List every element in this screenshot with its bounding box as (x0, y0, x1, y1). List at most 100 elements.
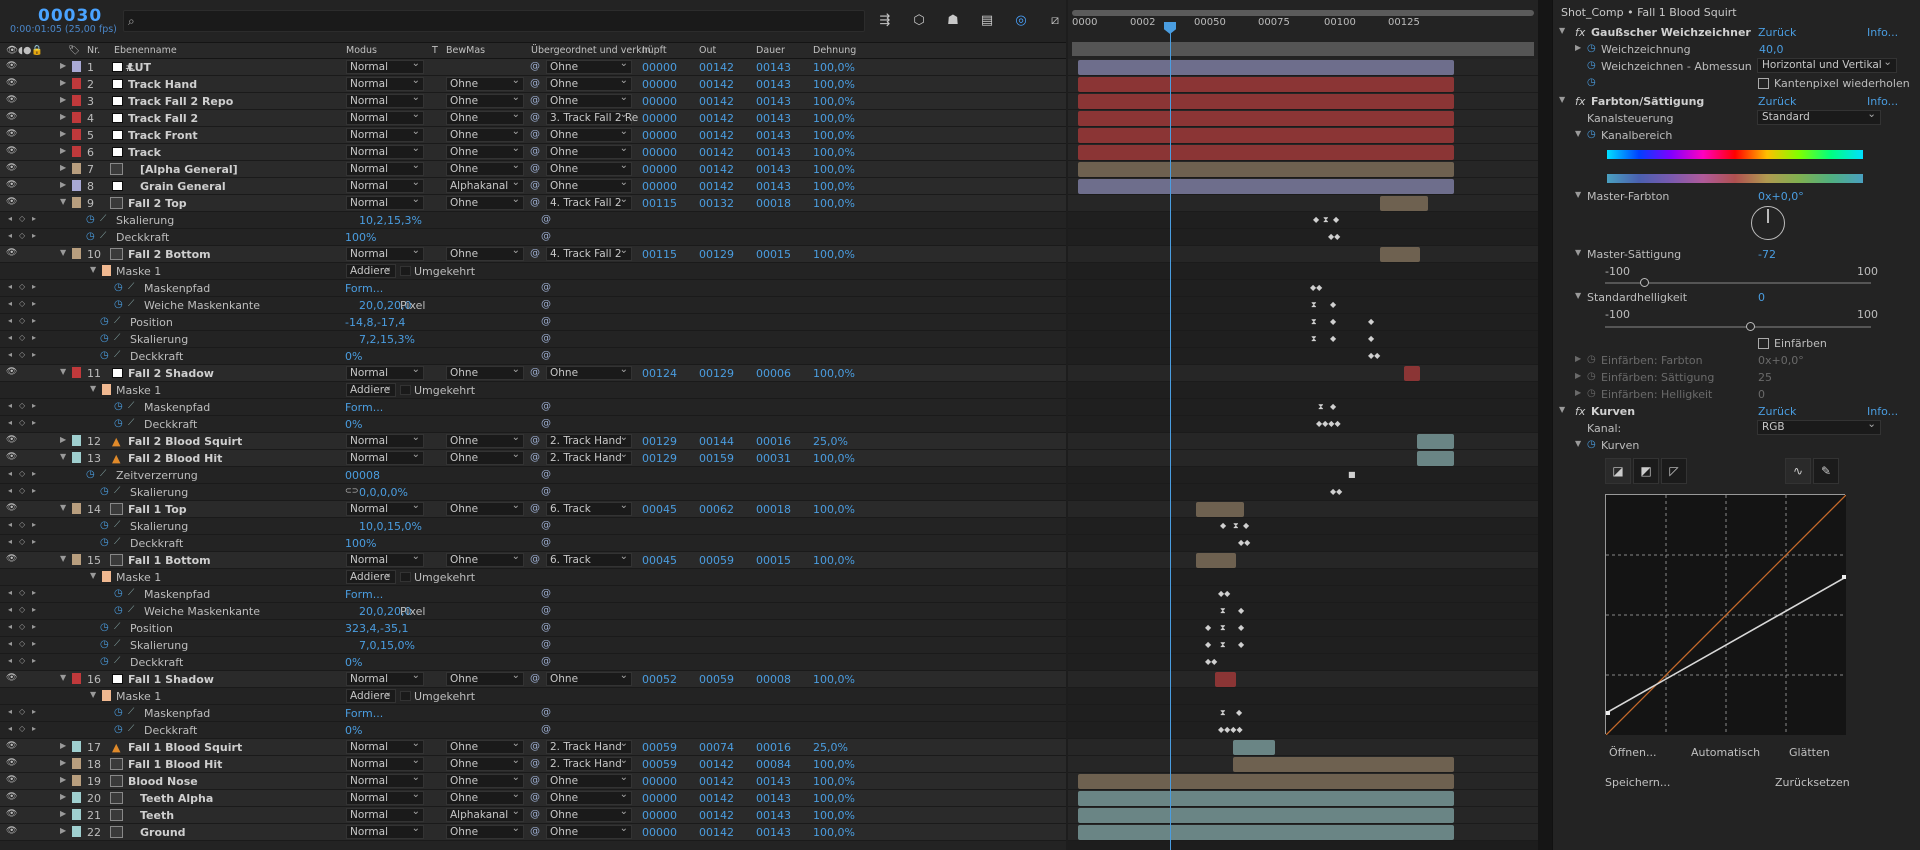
keyframe-icon[interactable]: ■ (1348, 470, 1356, 479)
keyframe-icon[interactable]: ◆ (1313, 215, 1319, 224)
layer-duration-bar[interactable] (1078, 791, 1455, 806)
stretch[interactable]: 100,0% (813, 129, 855, 142)
reset-link[interactable]: Zurück (1758, 405, 1796, 418)
keyframe-icon[interactable]: ◆◆ (1368, 351, 1380, 360)
keyframe-prev-icon[interactable]: ◂ (8, 622, 12, 631)
effect-kurven[interactable]: ▼ fx Kurven Zurück Info... (1553, 403, 1920, 420)
property-value[interactable]: Form... (345, 282, 383, 295)
label-color-swatch[interactable] (72, 95, 81, 106)
keyframe-next-icon[interactable]: ▸ (32, 520, 36, 529)
out-point[interactable]: 00159 (699, 452, 734, 465)
property-value[interactable]: 100% (345, 537, 376, 550)
pickwhip-icon[interactable]: @ (530, 435, 540, 446)
track-matte-dropdown[interactable]: Ohne (446, 245, 524, 261)
keyframe-next-icon[interactable]: ▸ (32, 537, 36, 546)
keyframe-icon[interactable]: ◆◆◆◆ (1316, 419, 1341, 428)
keyframe-prev-icon[interactable]: ◂ (8, 707, 12, 716)
in-point[interactable]: 00000 (642, 775, 677, 788)
collapse-icon[interactable]: ▼ (1559, 26, 1565, 35)
layer-duration-bar[interactable] (1078, 808, 1455, 823)
duration[interactable]: 00143 (756, 146, 791, 159)
keyframe-icon[interactable]: ◆ (1330, 402, 1336, 411)
keyframe-icon[interactable]: ◆ (1220, 521, 1226, 530)
pickwhip-icon[interactable]: @ (530, 367, 540, 378)
keyframe-prev-icon[interactable]: ◂ (8, 401, 12, 410)
keyframe-icon[interactable]: ⧗ (1311, 334, 1317, 344)
layer-duration-bar[interactable] (1233, 757, 1455, 772)
out-point[interactable]: 00142 (699, 792, 734, 805)
layer-duration-bar[interactable] (1214, 672, 1236, 687)
keyframe-icon[interactable]: ◆ (1368, 334, 1374, 343)
slider-knob[interactable] (1746, 322, 1755, 331)
graph-icon[interactable]: ⟋ (128, 588, 134, 598)
parent-dropdown[interactable]: Ohne (546, 75, 632, 91)
expression-pickwhip-icon[interactable]: @ (541, 588, 551, 599)
collapse-icon[interactable]: ▼ (1575, 439, 1581, 448)
blend-mode-dropdown[interactable]: Normal (346, 194, 424, 210)
out-point[interactable]: 00142 (699, 163, 734, 176)
expand-icon[interactable]: ▶ (1575, 388, 1581, 397)
track-matte-dropdown[interactable]: Ohne (446, 92, 524, 108)
property-value[interactable]: 100% (345, 231, 376, 244)
duration[interactable]: 00031 (756, 452, 791, 465)
visibility-eye-icon[interactable]: 👁 (6, 741, 17, 751)
expression-pickwhip-icon[interactable]: @ (541, 639, 551, 650)
stopwatch-icon[interactable]: ◷ (114, 299, 123, 310)
col-out[interactable]: Out (699, 45, 716, 56)
track-matte-dropdown[interactable]: Ohne (446, 194, 524, 210)
in-point[interactable]: 00000 (642, 163, 677, 176)
stopwatch-icon[interactable]: ◷ (114, 282, 123, 293)
stopwatch-icon[interactable]: ◷ (1587, 43, 1596, 54)
stretch[interactable]: 100,0% (813, 112, 855, 125)
stretch[interactable]: 100,0% (813, 503, 855, 516)
blend-mode-dropdown[interactable]: Normal (346, 551, 424, 567)
track-matte-dropdown[interactable]: Ohne (446, 823, 524, 839)
keyframe-prev-icon[interactable]: ◂ (8, 214, 12, 223)
stopwatch-icon[interactable]: ◷ (114, 707, 123, 718)
stopwatch-icon[interactable]: ◷ (86, 231, 95, 242)
pickwhip-icon[interactable]: @ (530, 826, 540, 837)
visibility-eye-icon[interactable]: 👁 (6, 826, 17, 836)
blend-mode-dropdown[interactable]: Normal (346, 126, 424, 142)
layer-duration-bar[interactable] (1078, 179, 1455, 194)
property-value[interactable]: 7,2,15,3% (359, 333, 415, 346)
label-color-swatch[interactable] (72, 163, 81, 174)
keyframe-add-icon[interactable]: ◇ (19, 622, 25, 631)
blend-mode-dropdown[interactable]: Normal (346, 364, 424, 380)
pickwhip-icon[interactable]: @ (530, 775, 540, 786)
keyframe-icon[interactable]: ⧗ (1323, 215, 1329, 225)
graph-icon[interactable]: ⟋ (128, 707, 134, 717)
curve-size-large-icon[interactable]: ◸ (1661, 458, 1687, 484)
keyframe-prev-icon[interactable]: ◂ (8, 282, 12, 291)
blend-mode-dropdown[interactable]: Normal (346, 143, 424, 159)
expression-pickwhip-icon[interactable]: @ (541, 707, 551, 718)
label-color-swatch[interactable] (72, 809, 81, 820)
keyframe-prev-icon[interactable]: ◂ (8, 333, 12, 342)
property-value[interactable]: Form... (345, 401, 383, 414)
track-matte-dropdown[interactable]: Ohne (446, 789, 524, 805)
keyframe-prev-icon[interactable]: ◂ (8, 486, 12, 495)
label-color-swatch[interactable] (72, 146, 81, 157)
track-matte-dropdown[interactable]: Ohne (446, 109, 524, 125)
keyframe-icon[interactable]: ◆◆◆◆ (1218, 725, 1243, 734)
parent-dropdown[interactable]: Ohne (546, 92, 632, 108)
in-point[interactable]: 00000 (642, 826, 677, 839)
duration[interactable]: 00143 (756, 129, 791, 142)
out-point[interactable]: 00129 (699, 367, 734, 380)
stretch[interactable]: 100,0% (813, 248, 855, 261)
out-point[interactable]: 00142 (699, 775, 734, 788)
visibility-eye-icon[interactable]: 👁 (6, 758, 17, 768)
curves-channel-dropdown[interactable]: RGB (1757, 418, 1881, 435)
keyframe-icon[interactable]: ◆ (1236, 708, 1242, 717)
out-point[interactable]: 00129 (699, 248, 734, 261)
layer-duration-bar[interactable] (1417, 451, 1455, 466)
pickwhip-icon[interactable]: @ (530, 809, 540, 820)
stretch[interactable]: 100,0% (813, 146, 855, 159)
blend-mode-dropdown[interactable]: Normal (346, 75, 424, 91)
info-link[interactable]: Info... (1867, 26, 1898, 39)
blend-mode-dropdown[interactable]: Normal (346, 806, 424, 822)
keyframe-add-icon[interactable]: ◇ (19, 350, 25, 359)
duration[interactable]: 00143 (756, 163, 791, 176)
label-color-swatch[interactable] (72, 367, 81, 378)
parent-dropdown[interactable]: Ohne (546, 823, 632, 839)
